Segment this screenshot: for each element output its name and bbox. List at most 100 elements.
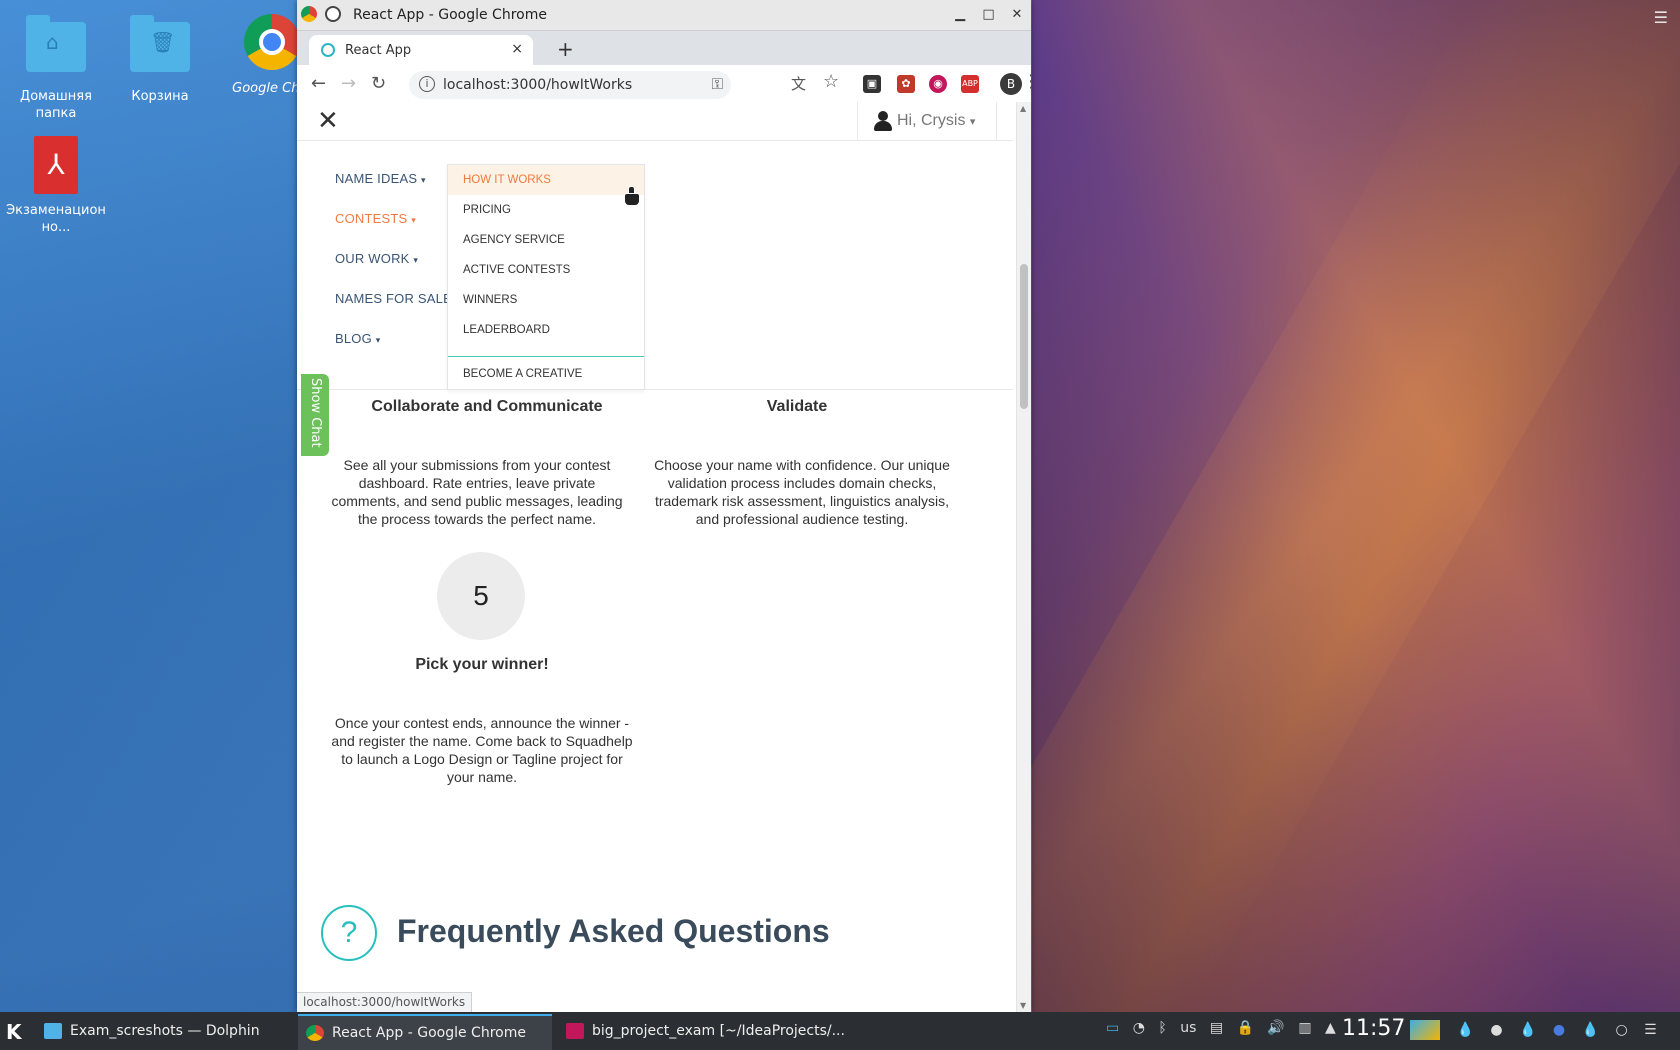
step-number: 5 <box>437 552 525 640</box>
bookmark-star-icon[interactable]: ☆ <box>823 71 839 92</box>
keyboard-layout[interactable]: us <box>1180 1020 1196 1036</box>
circle-blue-icon[interactable]: ● <box>1553 1022 1565 1038</box>
step-title: Collaborate and Communicate <box>371 398 603 415</box>
show-chat-button[interactable]: Show Chat <box>301 374 329 456</box>
back-icon[interactable]: ← <box>311 73 326 94</box>
update-icon[interactable]: ◔ <box>1133 1020 1145 1036</box>
minimize-icon[interactable]: ▁ <box>950 5 970 25</box>
trash-icon: 🗑 <box>130 15 190 82</box>
dropdown-item-winners[interactable]: WINNERS <box>448 285 644 315</box>
circle-icon[interactable]: ● <box>1490 1022 1502 1038</box>
key-icon[interactable]: ⚿ <box>712 75 723 93</box>
chrome-icon <box>242 14 302 74</box>
hamburger-icon[interactable]: ☰ <box>1644 1022 1657 1038</box>
profile-avatar[interactable]: B <box>1000 73 1022 95</box>
step-title: Validate <box>766 398 828 415</box>
tab-react-app[interactable]: React App × <box>309 35 533 65</box>
bluetooth-icon[interactable]: ᛒ <box>1158 1020 1166 1036</box>
nav-item-names-for-sale[interactable]: NAMES FOR SALE <box>335 291 452 306</box>
drop-icon[interactable]: 💧 <box>1582 1022 1599 1038</box>
nav-item-label: OUR WORK <box>335 251 410 266</box>
drop-icon[interactable]: 💧 <box>1519 1022 1536 1038</box>
scrollbar-thumb[interactable] <box>1020 264 1028 409</box>
show-chat-label: Show Chat <box>308 378 323 448</box>
task-chrome[interactable]: React App - Google Chrome <box>298 1014 552 1050</box>
desktop-icon-pdf[interactable]: ⅄ Экзаменацион но... <box>6 136 106 236</box>
info-icon[interactable]: i <box>419 76 435 92</box>
ext-red-icon[interactable]: ✿ <box>897 75 915 93</box>
drop-icon[interactable]: 💧 <box>1456 1022 1473 1038</box>
close-menu-icon[interactable]: ✕ <box>317 106 339 136</box>
desktop-icon-home[interactable]: ⌂ Домашняя папка <box>6 12 106 122</box>
ext-abp-icon[interactable]: ABP <box>961 75 979 93</box>
nav-item-our-work[interactable]: OUR WORK ▾ <box>335 251 418 266</box>
address-bar[interactable]: i localhost:3000/howItWorks ⚿ <box>409 71 731 99</box>
hand-cursor-icon <box>624 186 640 206</box>
desktop-menu-icon[interactable]: ☰ <box>1654 8 1668 27</box>
chevron-down-icon: ▾ <box>411 215 416 225</box>
scroll-down-icon[interactable]: ▼ <box>1020 1001 1026 1010</box>
nav-item-label: CONTESTS <box>335 211 408 226</box>
task-intellij[interactable]: big_project_exam [~/IdeaProjects/... <box>558 1014 845 1048</box>
volume-icon[interactable]: 🔊 <box>1267 1020 1284 1036</box>
clock[interactable]: 11:57 <box>1342 1016 1405 1041</box>
dropdown-divider <box>448 356 644 357</box>
new-tab-button[interactable]: + <box>557 37 574 61</box>
kde-launcher-icon[interactable]: K <box>6 1020 22 1044</box>
nav-item-label: NAME IDEAS <box>335 171 418 186</box>
circle-outline-icon[interactable]: ○ <box>1615 1022 1627 1038</box>
task-label: React App - Google Chrome <box>332 1025 526 1041</box>
pin-icon[interactable] <box>325 6 342 22</box>
wallpaper-right: ☰ <box>889 0 1680 1012</box>
dropdown-item-how-it-works[interactable]: HOW IT WORKS <box>448 165 644 195</box>
nav-menu: NAME IDEAS ▾ CONTESTS ▾ OUR WORK ▾ NAMES… <box>297 141 1013 390</box>
nav-item-name-ideas[interactable]: NAME IDEAS ▾ <box>335 171 426 186</box>
close-icon[interactable]: ✕ <box>1007 5 1027 25</box>
notification-icon[interactable]: ▭ <box>1106 1020 1119 1036</box>
page-viewport: ✕ Hi, Crysis ▾ NAME IDEAS ▾ CONTESTS ▾ O… <box>297 102 1031 1012</box>
clipboard-icon[interactable]: ▥ <box>1298 1020 1311 1036</box>
desktop-pager-icon[interactable] <box>1410 1020 1440 1040</box>
dropdown-item-become-a-creative[interactable]: BECOME A CREATIVE <box>448 359 644 389</box>
desktop-icon-trash[interactable]: 🗑 Корзина <box>110 12 210 105</box>
nav-item-blog[interactable]: BLOG ▾ <box>335 331 380 346</box>
dropdown-item-pricing[interactable]: PRICING <box>448 195 644 225</box>
user-menu[interactable]: Hi, Crysis ▾ <box>857 102 997 140</box>
scroll-up-icon[interactable]: ▲ <box>1020 104 1026 113</box>
reload-icon[interactable]: ↻ <box>371 73 386 94</box>
maximize-icon[interactable]: □ <box>979 5 999 25</box>
forward-icon[interactable]: → <box>341 73 356 94</box>
tab-title: React App <box>345 43 412 58</box>
menu-kebab-icon[interactable]: ⋮ <box>1022 71 1031 92</box>
contests-dropdown: HOW IT WORKS PRICING AGENCY SERVICE ACTI… <box>447 164 645 390</box>
task-label: Exam_screshots — Dolphin <box>70 1023 260 1039</box>
desktop-icon-label: Домашняя папка <box>20 89 92 121</box>
dropdown-item-agency-service[interactable]: AGENCY SERVICE <box>448 225 644 255</box>
tab-close-icon[interactable]: × <box>511 41 523 57</box>
home-folder-icon: ⌂ <box>26 15 86 82</box>
ext-circle-icon[interactable]: ◉ <box>929 75 947 93</box>
task-dolphin[interactable]: Exam_screshots — Dolphin <box>36 1014 290 1048</box>
expand-tray-icon[interactable]: ▲ <box>1325 1020 1336 1036</box>
translate-icon[interactable]: 文 <box>791 73 806 94</box>
dropdown-item-label: BECOME A CREATIVE <box>463 368 583 380</box>
dropdown-item-label: ACTIVE CONTESTS <box>463 264 571 276</box>
nav-item-label: BLOG <box>335 331 372 346</box>
chevron-down-icon: ▾ <box>413 255 419 265</box>
chevron-down-icon: ▾ <box>969 116 976 128</box>
react-icon <box>321 43 335 57</box>
status-url: localhost:3000/howItWorks <box>297 992 473 1012</box>
tray-extra: 💧 ● 💧 ● 💧 ○ ☰ <box>1410 1020 1669 1040</box>
nav-item-contests[interactable]: CONTESTS ▾ <box>335 211 416 226</box>
lock-icon[interactable]: 🔒 <box>1237 1020 1254 1036</box>
url-text[interactable]: localhost:3000/howItWorks <box>443 77 632 93</box>
ext-box-icon[interactable]: ▣ <box>863 75 881 93</box>
dropdown-item-label: HOW IT WORKS <box>463 174 551 186</box>
window-titlebar: React App - Google Chrome ▁ □ ✕ <box>297 0 1031 31</box>
dropdown-item-active-contests[interactable]: ACTIVE CONTESTS <box>448 255 644 285</box>
dropdown-item-leaderboard[interactable]: LEADERBOARD <box>448 315 644 345</box>
step-text: Once your contest ends, announce the win… <box>331 715 633 785</box>
chrome-icon <box>306 1025 324 1041</box>
page-scrollbar[interactable]: ▲ ▼ <box>1016 102 1031 1012</box>
network-icon[interactable]: ▤ <box>1210 1020 1223 1036</box>
